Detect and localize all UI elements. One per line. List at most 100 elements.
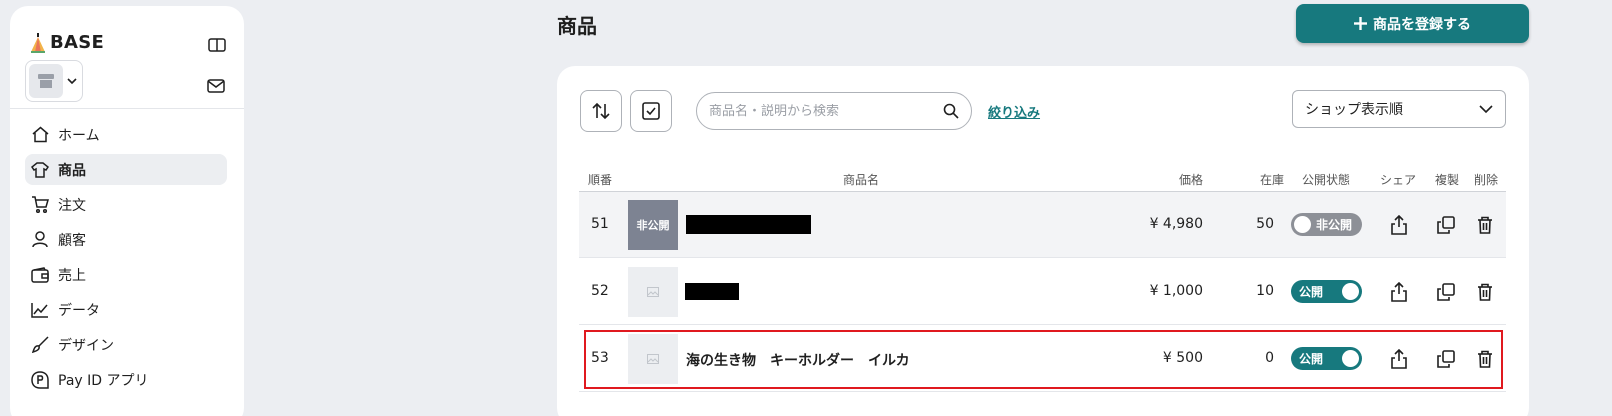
shop-switcher[interactable] <box>25 60 83 102</box>
column-status: 公開状態 <box>1302 173 1351 187</box>
copy-icon <box>1437 283 1455 301</box>
sidebar-item-label: デザイン <box>58 337 114 354</box>
delete-button[interactable] <box>1473 347 1497 371</box>
product-thumbnail[interactable]: 非公開 <box>628 200 678 250</box>
table-row[interactable]: 53 海の生き物 キーホルダー イルカ ¥ 500 0 公開 <box>579 326 1506 392</box>
row-order: 51 <box>591 216 609 232</box>
sidebar-item-sales[interactable]: 売上 <box>25 259 227 290</box>
image-placeholder-icon <box>647 287 659 297</box>
share-button[interactable] <box>1387 347 1411 371</box>
duplicate-button[interactable] <box>1434 280 1458 304</box>
store-icon <box>38 74 54 88</box>
publish-status-label: 非公開 <box>1316 218 1353 232</box>
product-thumbnail[interactable] <box>628 267 678 317</box>
publish-toggle[interactable]: 公開 <box>1291 347 1362 370</box>
page-title: 商品 <box>557 14 597 38</box>
bulk-select-button[interactable] <box>630 90 672 132</box>
row-price: ¥ 4,980 <box>1149 216 1203 232</box>
row-price: ¥ 1,000 <box>1149 283 1203 299</box>
publish-toggle[interactable]: 公開 <box>1291 280 1362 303</box>
column-name: 商品名 <box>843 173 880 187</box>
sidebar-item-label: 売上 <box>58 267 86 284</box>
row-stock: 0 <box>1265 350 1274 366</box>
search-box[interactable] <box>696 92 972 130</box>
copy-icon <box>1437 216 1455 234</box>
column-order: 順番 <box>588 173 613 187</box>
toggle-knob <box>1342 283 1359 300</box>
redacted-product-name <box>685 283 739 300</box>
home-icon <box>31 126 49 144</box>
panel-icon <box>208 38 226 52</box>
column-copy: 複製 <box>1435 173 1460 187</box>
checkbox-icon <box>642 102 660 120</box>
search-input[interactable] <box>709 103 943 119</box>
search-icon[interactable] <box>943 103 959 119</box>
sidebar-item-design[interactable]: デザイン <box>25 329 227 360</box>
sidebar-nav: ホーム 商品 注文 顧客 売上 データ デザイン Pay ID アプリ <box>25 119 227 399</box>
sidebar-item-label: 商品 <box>58 162 86 179</box>
row-order: 52 <box>591 283 609 299</box>
payid-icon <box>31 370 49 389</box>
add-product-button[interactable]: 商品を登録する <box>1296 4 1529 43</box>
chevron-down-icon <box>67 78 77 85</box>
sidebar-item-home[interactable]: ホーム <box>25 119 227 150</box>
sort-select[interactable]: ショップ表示順 <box>1292 90 1506 128</box>
share-button[interactable] <box>1387 213 1411 237</box>
delete-button[interactable] <box>1473 213 1497 237</box>
share-icon <box>1391 215 1407 235</box>
toggle-knob <box>1294 216 1311 233</box>
base-logo-icon <box>31 32 45 53</box>
publish-status-label: 公開 <box>1299 352 1324 366</box>
row-order: 53 <box>591 350 609 366</box>
delete-button[interactable] <box>1473 280 1497 304</box>
sidebar-divider <box>10 108 244 109</box>
sort-select-value: ショップ表示順 <box>1305 102 1403 118</box>
publish-toggle[interactable]: 非公開 <box>1291 213 1362 236</box>
chevron-down-icon <box>1479 104 1493 113</box>
sidebar-item-label: Pay ID アプリ <box>58 372 149 389</box>
share-icon <box>1391 282 1407 302</box>
shop-avatar <box>29 64 63 98</box>
trash-icon <box>1478 350 1492 368</box>
duplicate-button[interactable] <box>1434 347 1458 371</box>
sidebar-item-data[interactable]: データ <box>25 294 227 325</box>
sidebar: BASE ホーム 商品 注文 顧客 売上 データ デザイン Pay ID アプリ <box>10 6 244 416</box>
row-stock: 50 <box>1256 216 1274 232</box>
publish-status-label: 公開 <box>1299 285 1324 299</box>
column-stock: 在庫 <box>1260 173 1285 187</box>
table-row[interactable]: 51 非公開 ¥ 4,980 50 非公開 <box>579 192 1506 258</box>
plus-icon <box>1354 17 1367 30</box>
column-delete: 削除 <box>1474 173 1499 187</box>
table-header: 順番 商品名 価格 在庫 公開状態 シェア 複製 削除 <box>579 168 1506 192</box>
sidebar-item-payid[interactable]: Pay ID アプリ <box>25 364 227 395</box>
sidebar-item-customers[interactable]: 顧客 <box>25 224 227 255</box>
table-row[interactable]: 52 ¥ 1,000 10 公開 <box>579 259 1506 325</box>
redacted-product-name <box>686 215 811 234</box>
notifications-button[interactable] <box>204 74 228 98</box>
sidebar-toggle-button[interactable] <box>206 34 228 56</box>
column-share: シェア <box>1380 173 1417 187</box>
sidebar-item-label: 注文 <box>58 197 86 214</box>
sort-order-button[interactable] <box>580 90 622 132</box>
person-icon <box>31 231 49 249</box>
sidebar-item-products[interactable]: 商品 <box>25 154 227 185</box>
column-price: 価格 <box>1179 173 1204 187</box>
products-card: 絞り込み ショップ表示順 順番 商品名 価格 在庫 公開状態 シェア 複製 削除… <box>557 66 1529 416</box>
toggle-knob <box>1342 350 1359 367</box>
sidebar-item-orders[interactable]: 注文 <box>25 189 227 220</box>
trash-icon <box>1478 216 1492 234</box>
brush-icon <box>31 336 49 354</box>
private-thumb-label: 非公開 <box>636 219 670 232</box>
product-thumbnail[interactable] <box>628 334 678 384</box>
filter-link[interactable]: 絞り込み <box>988 102 1040 121</box>
copy-icon <box>1437 350 1455 368</box>
row-stock: 10 <box>1256 283 1274 299</box>
image-placeholder-icon <box>647 354 659 364</box>
brand-logo[interactable]: BASE <box>30 32 104 53</box>
sort-arrows-icon <box>592 102 610 120</box>
duplicate-button[interactable] <box>1434 213 1458 237</box>
share-button[interactable] <box>1387 280 1411 304</box>
sidebar-item-label: 顧客 <box>58 232 86 249</box>
mail-icon <box>207 79 225 93</box>
product-name-link[interactable]: 海の生き物 キーホルダー イルカ <box>686 350 910 370</box>
